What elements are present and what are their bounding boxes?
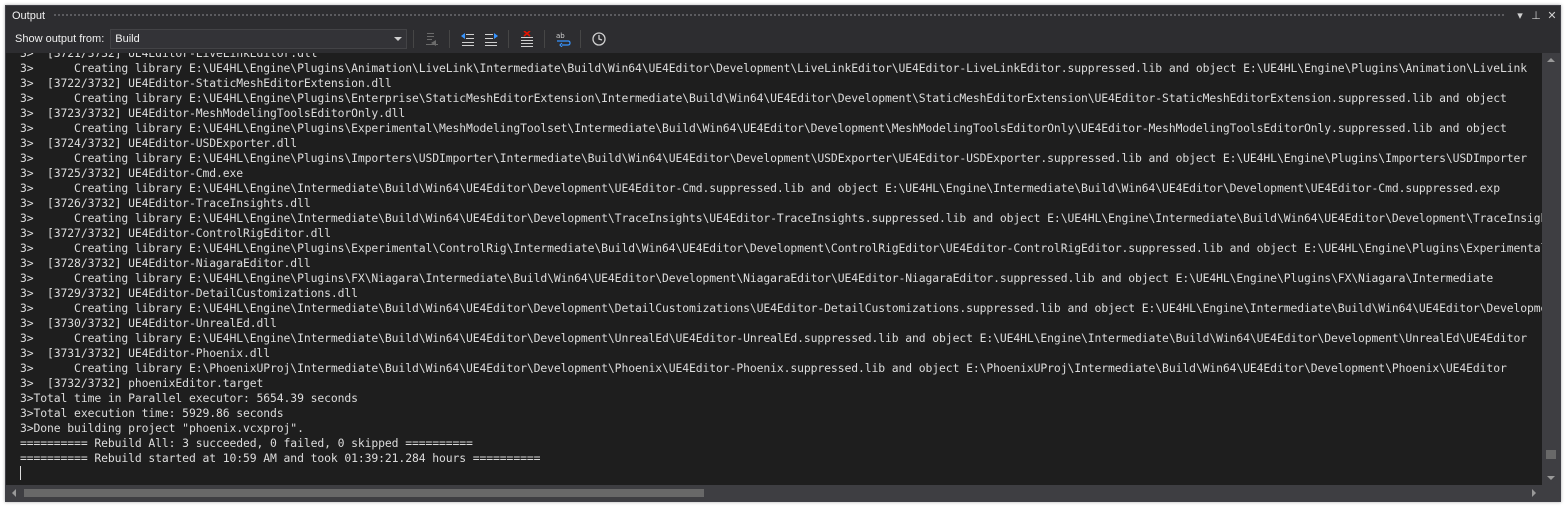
output-source-value: Build [115,33,140,45]
output-line: 3> Creating library E:\UE4HL\Engine\Plug… [20,91,1507,105]
clear-all-icon[interactable] [515,28,538,50]
output-window: Output ▾ ⊥ ✕ Show output from: Build ab [5,5,1561,502]
output-line: 3> [3723/3732] UE4Editor-MeshModelingToo… [20,106,406,120]
output-text-area[interactable]: 3> [3721/3732] UE4Editor-LiveLinkEditor.… [6,53,1542,485]
svg-text:ab: ab [556,32,565,40]
toolbar-separator [449,30,451,48]
output-line: 3> [3727/3732] UE4Editor-ControlRigEdito… [20,226,331,240]
toolbar-separator [508,30,510,48]
output-line: 3> [3722/3732] UE4Editor-StaticMeshEdito… [20,76,392,90]
output-source-select[interactable]: Build [110,29,408,49]
toggle-word-wrap-icon[interactable]: ab [551,28,574,50]
vertical-scroll-thumb[interactable] [1546,450,1556,459]
output-line: 3>Total execution time: 5929.86 seconds [20,406,284,420]
title-bar[interactable]: Output ▾ ⊥ ✕ [6,6,1560,25]
output-line: 3> [3721/3732] UE4Editor-LiveLinkEditor.… [20,53,318,60]
show-output-from-label: Show output from: [15,33,105,45]
output-line: 3> Creating library E:\UE4HL\Engine\Plug… [20,241,1542,255]
output-line: 3> Creating library E:\UE4HL\Engine\Plug… [20,121,1507,135]
output-line: 3>Total time in Parallel executor: 5654.… [20,391,358,405]
horizontal-scrollbar[interactable] [6,485,1542,501]
output-line: 3> Creating library E:\PhoenixUProj\Inte… [20,361,1507,375]
timestamp-icon[interactable] [587,28,610,50]
scroll-up-arrow-icon[interactable] [1547,57,1555,63]
go-to-line-icon[interactable] [420,28,443,50]
window-menu-dropdown-icon[interactable]: ▾ [1512,9,1528,22]
output-line: 3> Creating library E:\UE4HL\Engine\Inte… [20,211,1542,225]
scroll-down-arrow-icon[interactable] [1547,475,1555,481]
window-title: Output [12,9,46,22]
output-line: 3>Done building project "phoenix.vcxproj… [20,421,304,435]
output-line: 3> Creating library E:\UE4HL\Engine\Plug… [20,151,1527,165]
output-line: 3> [3732/3732] phoenixEditor.target [20,376,264,390]
output-line: 3> [3729/3732] UE4Editor-DetailCustomiza… [20,286,358,300]
close-icon[interactable]: ✕ [1544,9,1560,22]
output-line: 3> [3724/3732] UE4Editor-USDExporter.dll [20,136,298,150]
scrollbar-corner [1542,485,1560,501]
title-grip[interactable] [53,13,1504,18]
output-line: 3> Creating library E:\UE4HL\Engine\Inte… [20,331,1527,345]
output-line: 3> Creating library E:\UE4HL\Engine\Plug… [20,61,1527,75]
output-toolbar: Show output from: Build ab [6,25,1560,53]
output-line: 3> [3725/3732] UE4Editor-Cmd.exe [20,166,244,180]
toolbar-separator [580,30,582,48]
horizontal-scroll-thumb[interactable] [24,489,704,497]
output-line: 3> [3726/3732] UE4Editor-TraceInsights.d… [20,196,311,210]
output-line: ========== Rebuild All: 3 succeeded, 0 f… [20,436,473,450]
output-line: ========== Rebuild started at 10:59 AM a… [20,451,541,465]
toolbar-separator [413,30,415,48]
pin-icon[interactable]: ⊥ [1528,9,1544,22]
find-previous-icon[interactable] [456,28,479,50]
output-line: 3> [3731/3732] UE4Editor-Phoenix.dll [20,346,271,360]
output-lines: 3> [3721/3732] UE4Editor-LiveLinkEditor.… [6,53,1542,480]
find-next-icon[interactable] [479,28,502,50]
text-caret [20,466,21,480]
output-line: 3> [3730/3732] UE4Editor-UnrealEd.dll [20,316,277,330]
toolbar-separator [544,30,546,48]
output-line: 3> Creating library E:\UE4HL\Engine\Plug… [20,271,1494,285]
chevron-down-icon [394,37,403,41]
vertical-scrollbar[interactable] [1542,53,1560,485]
output-line: 3> Creating library E:\UE4HL\Engine\Inte… [20,181,1500,195]
scroll-right-arrow-icon[interactable] [1531,489,1537,497]
scroll-left-arrow-icon[interactable] [11,489,17,497]
output-line: 3> [3728/3732] UE4Editor-NiagaraEditor.d… [20,256,311,270]
output-line: 3> Creating library E:\UE4HL\Engine\Inte… [20,301,1542,315]
